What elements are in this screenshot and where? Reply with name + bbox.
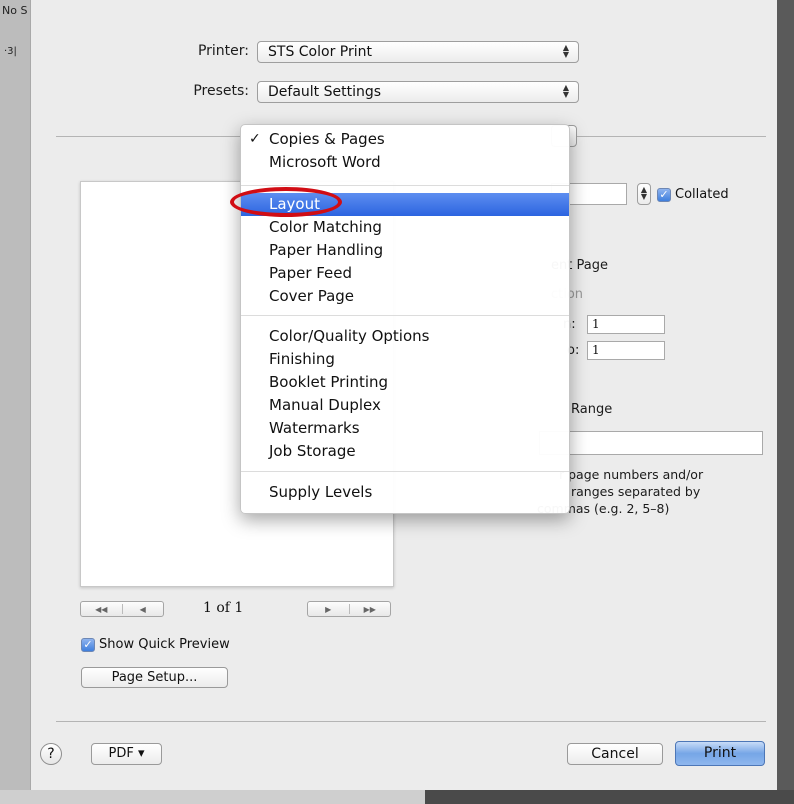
page-range-field[interactable] <box>539 431 763 455</box>
separator-left <box>56 136 241 137</box>
menu-item-booklet-printing[interactable]: Booklet Printing <box>241 371 569 394</box>
show-quick-preview-checkbox[interactable]: ✓ <box>81 638 95 652</box>
background-bottom-edge <box>0 790 794 804</box>
preview-back-buttons[interactable]: ◀◀ ◀ <box>80 601 164 617</box>
menu-item-paper-handling[interactable]: Paper Handling <box>241 239 569 262</box>
menu-item-supply-levels[interactable]: Supply Levels <box>241 481 569 504</box>
menu-item-job-storage[interactable]: Job Storage <box>241 440 569 463</box>
menu-item-cover-page[interactable]: Cover Page <box>241 285 569 308</box>
page-counter: 1 of 1 <box>203 600 244 616</box>
popup-arrows-icon: ▲ ▼ <box>562 83 570 99</box>
print-button[interactable]: Print <box>675 741 765 766</box>
presets-popup[interactable]: Default Settings ▲ ▼ <box>257 81 579 103</box>
page-range-label: Range <box>571 402 613 417</box>
menu-item-copies-pages[interactable]: ✓ Copies & Pages <box>241 128 569 151</box>
background-text: No S <box>2 4 28 17</box>
menu-item-color-matching[interactable]: Color Matching <box>241 216 569 239</box>
help-button[interactable]: ? <box>40 743 62 765</box>
menu-item-watermarks[interactable]: Watermarks <box>241 417 569 440</box>
menu-separator <box>241 185 569 186</box>
annotation-circle <box>230 187 342 217</box>
popup-arrows-icon: ▲ ▼ <box>562 43 570 59</box>
previous-page-icon[interactable]: ◀ <box>123 605 164 614</box>
section-dropdown-menu: ✓ Copies & Pages Microsoft Word Layout C… <box>240 124 570 514</box>
menu-item-finishing[interactable]: Finishing <box>241 348 569 371</box>
first-page-icon[interactable]: ◀◀ <box>81 605 122 614</box>
background-document-window: No S ·3| <box>0 0 30 804</box>
collated-checkbox[interactable]: ✓ <box>657 188 671 202</box>
range-hint-line1: r page numbers and/or <box>559 467 704 482</box>
next-page-icon[interactable]: ▶ <box>308 605 349 614</box>
preview-forward-buttons[interactable]: ▶ ▶▶ <box>307 601 391 617</box>
stepper-arrows-icon: ▲ ▼ <box>640 185 648 201</box>
range-hint-line2: ranges separated by <box>571 484 701 499</box>
page-setup-button[interactable]: Page Setup... <box>81 667 228 688</box>
printer-label: Printer: <box>197 43 249 59</box>
printer-popup[interactable]: STS Color Print ▲ ▼ <box>257 41 579 63</box>
menu-item-microsoft-word[interactable]: Microsoft Word <box>241 151 569 174</box>
to-field[interactable]: 1 <box>587 341 665 360</box>
pdf-button[interactable]: PDF ▾ <box>91 743 162 765</box>
collated-label: Collated <box>675 187 729 202</box>
checkmark-icon: ✓ <box>249 131 261 147</box>
presets-label: Presets: <box>193 83 249 99</box>
menu-item-manual-duplex[interactable]: Manual Duplex <box>241 394 569 417</box>
show-quick-preview-label: Show Quick Preview <box>99 637 230 652</box>
cancel-button[interactable]: Cancel <box>567 743 663 765</box>
menu-separator <box>241 471 569 472</box>
from-field[interactable]: 1 <box>587 315 665 334</box>
bottom-separator <box>56 721 766 722</box>
presets-value: Default Settings <box>268 84 382 100</box>
printer-value: STS Color Print <box>268 44 372 60</box>
background-right-edge <box>776 0 794 804</box>
menu-item-paper-feed[interactable]: Paper Feed <box>241 262 569 285</box>
last-page-icon[interactable]: ▶▶ <box>350 605 391 614</box>
copies-stepper[interactable]: ▲ ▼ <box>637 183 651 205</box>
menu-item-color-quality-options[interactable]: Color/Quality Options <box>241 325 569 348</box>
separator-right <box>577 136 766 137</box>
background-ruler: ·3| <box>4 46 17 57</box>
menu-separator <box>241 315 569 316</box>
